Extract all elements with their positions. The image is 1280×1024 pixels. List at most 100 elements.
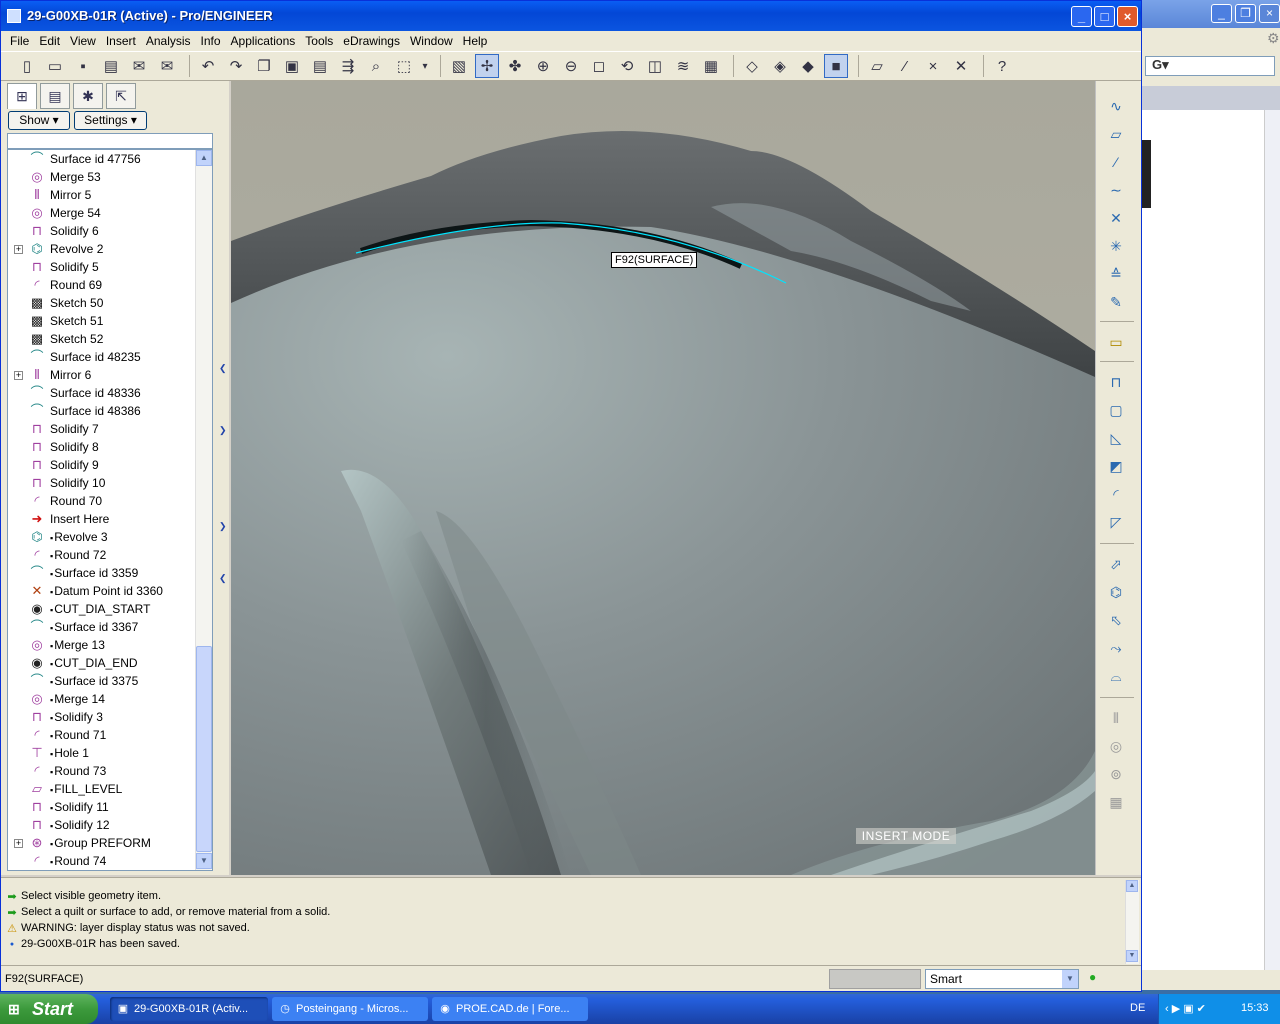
menu-file[interactable]: File — [5, 34, 34, 48]
intersect-icon[interactable]: ⊚ — [1104, 763, 1128, 785]
selection-filter[interactable]: Smart ▼ — [925, 969, 1079, 989]
tree-scrollbar[interactable]: ▲ ▼ — [195, 150, 212, 870]
folder-browser-tab[interactable]: ▤ — [40, 83, 70, 109]
expand-icon[interactable]: + — [14, 245, 23, 254]
repaint-icon[interactable]: ▧ — [447, 54, 471, 78]
tree-item[interactable]: ⌒ Surface id 3375 — [8, 672, 196, 690]
coordinate-systems-icon[interactable]: ✕ — [949, 54, 973, 78]
tree-item[interactable]: ⊓ Solidify 8 — [8, 438, 196, 456]
background-scrollbar[interactable] — [1264, 110, 1280, 970]
settings-button[interactable]: Settings ▾ — [74, 111, 147, 130]
language-indicator[interactable]: DE — [1130, 1002, 1145, 1014]
email-link-icon[interactable]: ✉ — [155, 54, 179, 78]
new-icon[interactable]: ▯ — [15, 54, 39, 78]
no-hidden-icon[interactable]: ◆ — [796, 54, 820, 78]
tree-item[interactable]: ◜ Round 69 — [8, 276, 196, 294]
paste-icon[interactable]: ▣ — [280, 54, 304, 78]
expand-icon[interactable]: + — [14, 371, 23, 380]
expand-right-icon[interactable]: ❯ — [219, 521, 227, 533]
datum-axes-icon[interactable]: ⁄ — [893, 54, 917, 78]
menu-tools[interactable]: Tools — [300, 34, 338, 48]
connections-tab[interactable]: ⇱ — [106, 83, 136, 109]
sketched-datum-curve-icon[interactable]: ∿ — [1104, 95, 1128, 117]
tree-item[interactable]: + ⊛ Group PREFORM — [8, 834, 196, 852]
tree-item[interactable]: ⌒ Surface id 48235 — [8, 348, 196, 366]
tree-item[interactable]: ⌒ Surface id 48336 — [8, 384, 196, 402]
menu-window[interactable]: Window — [405, 34, 458, 48]
tree-item[interactable]: ⊓ Solidify 5 — [8, 258, 196, 276]
tree-item[interactable]: ◎ Merge 54 — [8, 204, 196, 222]
find-icon[interactable]: ⌕ — [364, 54, 388, 78]
start-button[interactable]: ⊞ Start — [0, 994, 98, 1024]
shell-icon[interactable]: ▢ — [1104, 399, 1128, 421]
expand-right-icon[interactable]: ❯ — [219, 425, 227, 437]
tree-item[interactable]: ▩ Sketch 52 — [8, 330, 196, 348]
minimize-icon[interactable]: _ — [1211, 4, 1232, 23]
tray-icons[interactable]: ‹ ▶ ▣ ✔ — [1165, 1002, 1206, 1015]
menu-edit[interactable]: Edit — [34, 34, 65, 48]
model-tree-tab[interactable]: ⊞ — [7, 83, 37, 109]
menu-help[interactable]: Help — [458, 34, 493, 48]
blend-icon[interactable]: ⬁ — [1104, 609, 1128, 631]
tree-item[interactable]: ⊤ Hole 1 — [8, 744, 196, 762]
tree-item[interactable]: ⌒ Surface id 48386 — [8, 402, 196, 420]
tree-item[interactable]: ⫴ Mirror 5 — [8, 186, 196, 204]
datum-curve-icon[interactable]: ∼ — [1104, 179, 1128, 201]
tree-item[interactable]: ◎ Merge 14 — [8, 690, 196, 708]
context-help-icon[interactable]: ? — [990, 54, 1014, 78]
panel-splitter[interactable]: ❮ ❯ ❯ ❮ — [217, 81, 229, 875]
sweep-icon[interactable]: ⬀ — [1104, 553, 1128, 575]
tree-item[interactable]: ◉ CUT_DIA_START — [8, 600, 196, 618]
tree-item[interactable]: ⊓ Solidify 12 — [8, 816, 196, 834]
extrude-icon[interactable]: ⊓ — [1104, 371, 1128, 393]
round-icon[interactable]: ◜ — [1104, 483, 1128, 505]
revolve-icon[interactable]: ⌬ — [1104, 581, 1128, 603]
datum-point-icon[interactable]: ✕ — [1104, 207, 1128, 229]
boundary-blend-icon[interactable]: ⌓ — [1104, 665, 1128, 687]
maximize-button[interactable]: □ — [1094, 6, 1115, 27]
variable-sweep-icon[interactable]: ⤳ — [1104, 637, 1128, 659]
tree-item[interactable]: ⊓ Solidify 3 — [8, 708, 196, 726]
menu-insert[interactable]: Insert — [101, 34, 141, 48]
collapse-left-icon[interactable]: ❮ — [219, 363, 227, 375]
tree-item[interactable]: ⊓ Solidify 10 — [8, 474, 196, 492]
tree-item[interactable]: ◎ Merge 13 — [8, 636, 196, 654]
scroll-down-icon[interactable]: ▼ — [1126, 950, 1138, 962]
tree-item[interactable]: ⊓ Solidify 7 — [8, 420, 196, 438]
wireframe-icon[interactable]: ◇ — [740, 54, 764, 78]
tree-item[interactable]: ◎ Merge 53 — [8, 168, 196, 186]
close-button[interactable]: × — [1117, 6, 1138, 27]
graphics-viewport[interactable]: F92(SURFACE) INSERT MODE — [231, 81, 1095, 875]
sketch-tool-icon[interactable]: ✎ — [1104, 291, 1128, 313]
show-button[interactable]: Show ▾ — [8, 111, 70, 130]
app-icon[interactable] — [7, 9, 21, 23]
redo-icon[interactable]: ↷ — [224, 54, 248, 78]
menu-applications[interactable]: Applications — [226, 34, 301, 48]
menu-info[interactable]: Info — [196, 34, 226, 48]
datum-planes-icon[interactable]: ▱ — [865, 54, 889, 78]
tree-item[interactable]: ◜ Round 72 — [8, 546, 196, 564]
tree-item[interactable]: ⌒ Surface id 3367 — [8, 618, 196, 636]
datum-coord-sys-icon[interactable]: ✳ — [1104, 235, 1128, 257]
tree-item[interactable]: ◜ Round 71 — [8, 726, 196, 744]
close-icon[interactable]: × — [1259, 4, 1280, 23]
mirror-icon[interactable]: ⫴ — [1104, 707, 1128, 729]
tree-item[interactable]: ⌬ Revolve 3 — [8, 528, 196, 546]
hidden-line-icon[interactable]: ◈ — [768, 54, 792, 78]
merge-icon[interactable]: ◎ — [1104, 735, 1128, 757]
save-icon[interactable]: ▪ — [71, 54, 95, 78]
tree-item[interactable]: ▩ Sketch 51 — [8, 312, 196, 330]
layers-icon[interactable]: ≋ — [671, 54, 695, 78]
tree-item[interactable]: ◉ CUT_DIA_END — [8, 654, 196, 672]
tree-item[interactable]: ⌒ Surface id 3359 — [8, 564, 196, 582]
tree-item[interactable]: ▩ Sketch 50 — [8, 294, 196, 312]
datum-axis-icon[interactable]: ⁄ — [1104, 151, 1128, 173]
scroll-up-icon[interactable]: ▲ — [1126, 880, 1138, 892]
menu-edrawings[interactable]: eDrawings — [338, 34, 405, 48]
email-icon[interactable]: ✉ — [127, 54, 151, 78]
tree-item[interactable]: ⌒ Surface id 47756 — [8, 150, 196, 168]
open-icon[interactable]: ▭ — [43, 54, 67, 78]
tree-item[interactable]: ◜ Round 74 — [8, 852, 196, 870]
tree-item[interactable]: ⊓ Solidify 6 — [8, 222, 196, 240]
select-box-icon[interactable]: ⬚ — [392, 54, 416, 78]
